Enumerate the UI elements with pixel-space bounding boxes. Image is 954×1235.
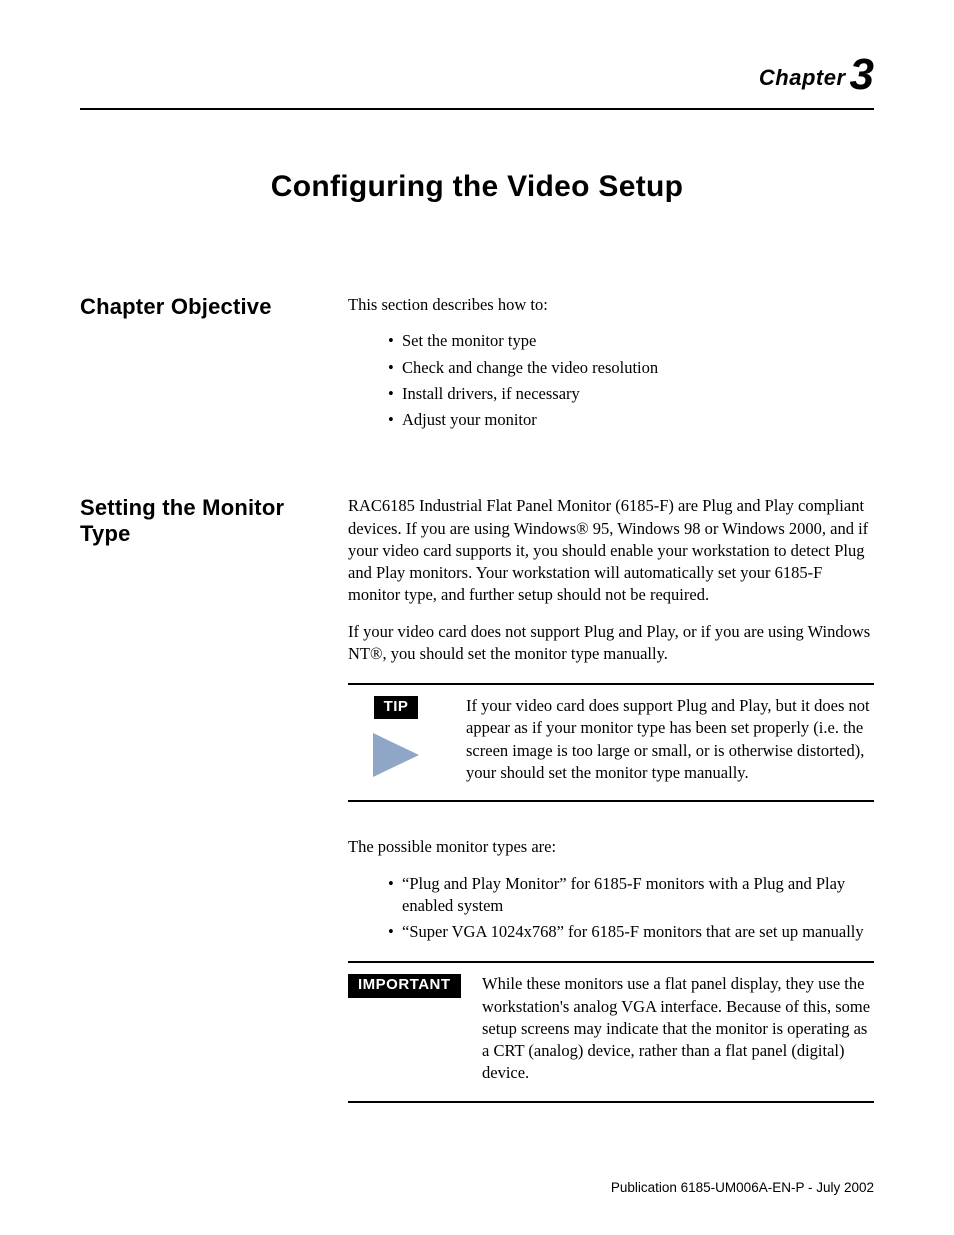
section-chapter-objective: Chapter Objective This section describes… — [80, 294, 874, 445]
list-item: Check and change the video resolution — [388, 357, 874, 379]
header-rule — [80, 108, 874, 110]
list-item: Set the monitor type — [388, 330, 874, 352]
section-heading-col: Chapter Objective — [80, 294, 320, 445]
tip-label: TIP — [374, 696, 419, 719]
heading-setting-monitor-type: Setting the Monitor Type — [80, 495, 320, 547]
heading-chapter-objective: Chapter Objective — [80, 294, 320, 320]
chapter-header: Chapter3 — [80, 50, 874, 100]
tip-text: If your video card does support Plug and… — [466, 695, 874, 784]
list-item: “Plug and Play Monitor” for 6185-F monit… — [388, 873, 874, 918]
important-label-col: IMPORTANT — [348, 973, 460, 1084]
section-setting-monitor-type: Setting the Monitor Type RAC6185 Industr… — [80, 495, 874, 1136]
body-para: If your video card does not support Plug… — [348, 621, 874, 666]
page-title: Configuring the Video Setup — [80, 170, 874, 204]
body-para: The possible monitor types are: — [348, 836, 874, 858]
important-text: While these monitors use a flat panel di… — [482, 973, 874, 1084]
important-label: IMPORTANT — [348, 974, 461, 997]
list-item: Install drivers, if necessary — [388, 383, 874, 405]
objective-list: Set the monitor type Check and change th… — [348, 330, 874, 431]
list-item: Adjust your monitor — [388, 409, 874, 431]
page: Chapter3 Configuring the Video Setup Cha… — [0, 0, 954, 1227]
monitor-types-list: “Plug and Play Monitor” for 6185-F monit… — [348, 873, 874, 944]
chapter-word: Chapter — [759, 65, 846, 90]
tip-label-col: TIP — [348, 695, 444, 784]
section-body: RAC6185 Industrial Flat Panel Monitor (6… — [348, 495, 874, 1136]
publication-footer: Publication 6185-UM006A-EN-P - July 2002 — [611, 1180, 874, 1195]
section-body: This section describes how to: Set the m… — [348, 294, 874, 445]
chapter-number: 3 — [850, 50, 874, 99]
play-arrow-icon — [373, 733, 419, 777]
important-callout: IMPORTANT While these monitors use a fla… — [348, 961, 874, 1102]
body-para: RAC6185 Industrial Flat Panel Monitor (6… — [348, 495, 874, 606]
tip-callout: TIP If your video card does support Plug… — [348, 683, 874, 802]
list-item: “Super VGA 1024x768” for 6185-F monitors… — [388, 921, 874, 943]
intro-text: This section describes how to: — [348, 294, 874, 316]
section-heading-col: Setting the Monitor Type — [80, 495, 320, 1136]
